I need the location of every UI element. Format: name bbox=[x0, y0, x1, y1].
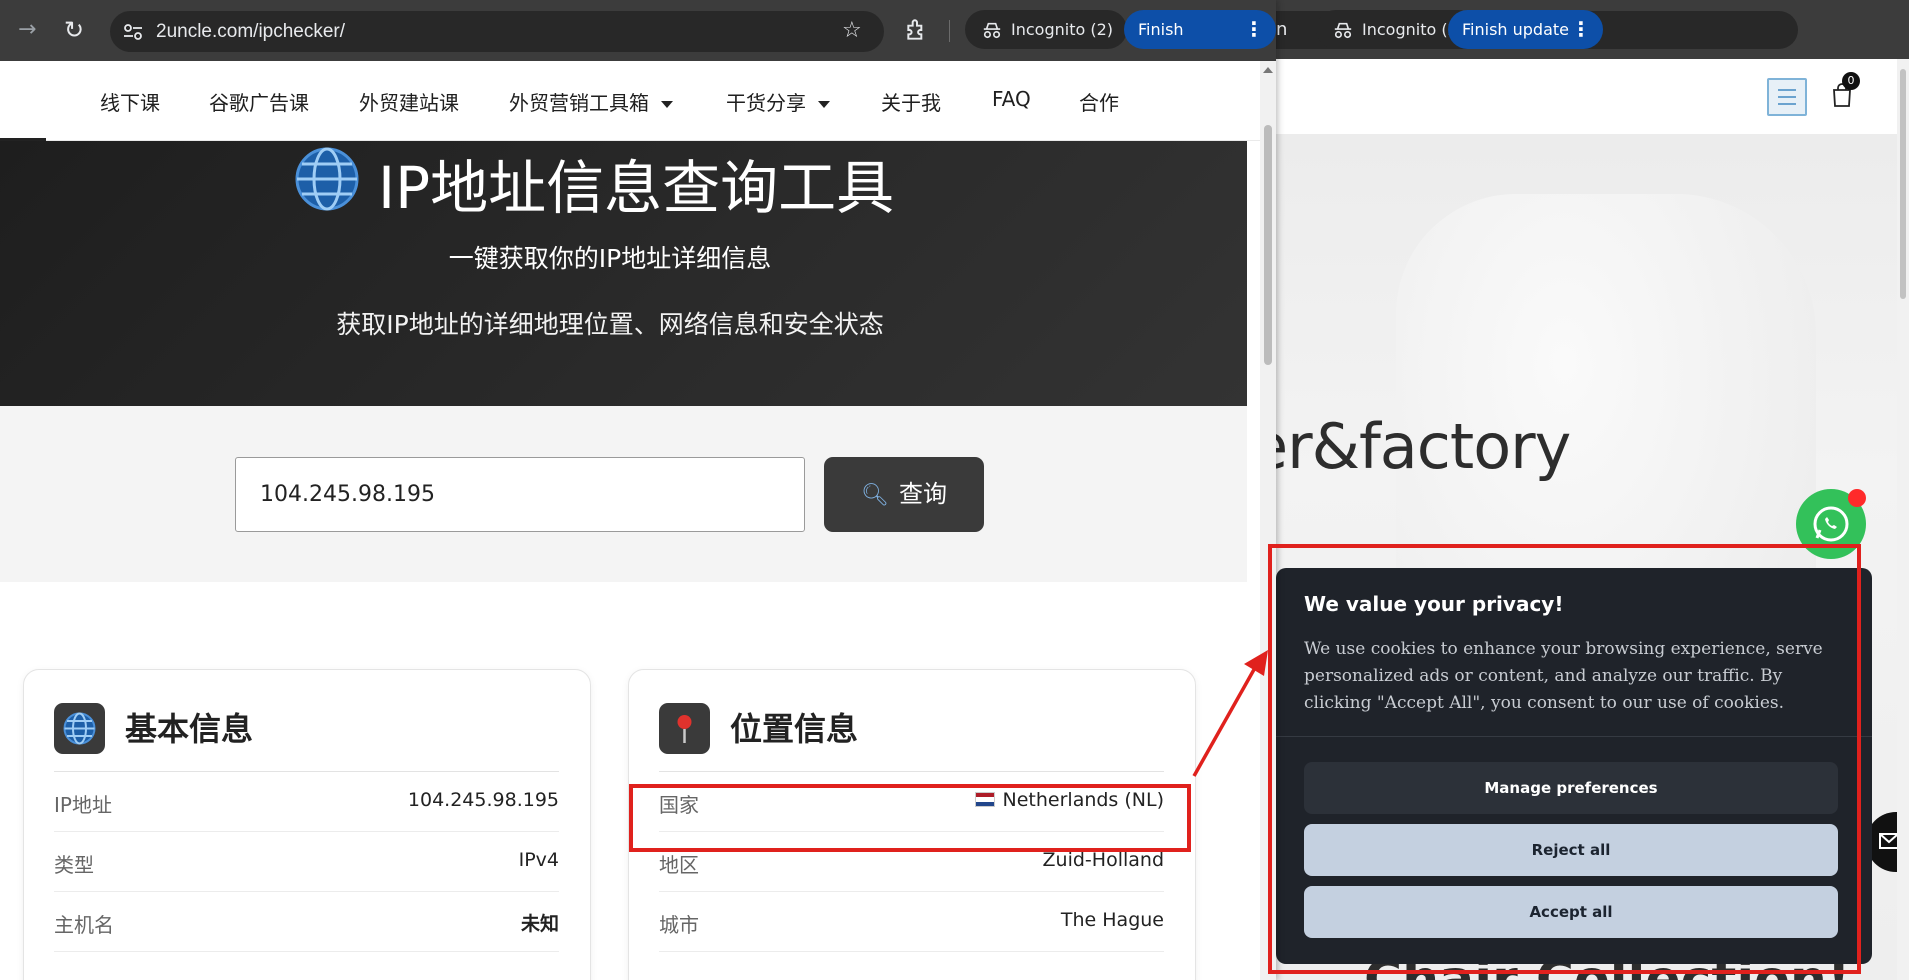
info-row-type: 类型 IPv4 bbox=[54, 832, 559, 892]
nav-item-marketing-toolbox[interactable]: 外贸营销工具箱 bbox=[509, 87, 673, 116]
incognito-icon bbox=[1334, 22, 1352, 39]
card-title: 基本信息 bbox=[125, 710, 254, 748]
info-row-city: 城市 The Hague bbox=[659, 892, 1164, 952]
row-key: 城市 bbox=[659, 913, 699, 937]
site-settings-icon[interactable] bbox=[120, 19, 146, 45]
forward-arrow-icon[interactable]: → bbox=[18, 18, 42, 42]
more-menu-icon[interactable]: ⋮ bbox=[1244, 10, 1264, 49]
extensions-icon[interactable] bbox=[904, 17, 930, 43]
row-key: 主机名 bbox=[54, 913, 114, 937]
scroll-up-arrow-icon[interactable] bbox=[1263, 67, 1273, 73]
search-section: 104.245.98.195 🔍︎ 查询 bbox=[0, 406, 1247, 582]
hero-section: IP地址信息查询工具 一键获取你的IP地址详细信息 获取IP地址的详细地理位置、… bbox=[0, 141, 1247, 406]
row-value: 未知 bbox=[520, 913, 559, 935]
incognito-indicator[interactable]: Incognito (2) bbox=[965, 10, 1127, 49]
site-navigation: 线下课 谷歌广告课 外贸建站课 外贸营销工具箱 干货分享 关于我 FAQ 合作 bbox=[0, 61, 1260, 141]
finish-update-button[interactable]: Finish update ⋮ bbox=[1124, 10, 1276, 78]
hamburger-menu-icon[interactable] bbox=[1767, 78, 1807, 116]
globe-icon bbox=[63, 712, 96, 745]
ip-search-input[interactable]: 104.245.98.195 bbox=[235, 457, 805, 532]
page-subtitle: 一键获取你的IP地址详细信息 bbox=[448, 244, 772, 273]
nav-item-offline-course[interactable]: 线下课 bbox=[100, 87, 160, 116]
row-key: 类型 bbox=[54, 853, 94, 877]
notification-dot bbox=[1848, 489, 1866, 507]
more-menu-icon[interactable]: ⋮ bbox=[1571, 10, 1591, 49]
globe-icon bbox=[295, 147, 359, 211]
page-description: 获取IP地址的详细地理位置、网络信息和安全状态 bbox=[336, 310, 884, 339]
url-text[interactable]: 2uncle.com/ipchecker/ bbox=[156, 11, 345, 52]
query-button[interactable]: 🔍︎ 查询 bbox=[824, 457, 984, 532]
nav-item-label: 外贸营销工具箱 bbox=[509, 91, 649, 115]
scrollbar-thumb[interactable] bbox=[1900, 69, 1906, 299]
info-row-ip: IP地址 104.245.98.195 bbox=[54, 772, 559, 832]
highlight-country-row bbox=[629, 784, 1191, 852]
nav-item-resources[interactable]: 干货分享 bbox=[726, 87, 830, 116]
incognito-label: Incognito (2) bbox=[1011, 20, 1113, 39]
nav-item-faq[interactable]: FAQ bbox=[992, 87, 1031, 111]
finish-update-label: Finish update bbox=[1462, 20, 1570, 39]
chevron-down-icon bbox=[818, 101, 830, 108]
nav-item-website-course[interactable]: 外贸建站课 bbox=[359, 87, 459, 116]
row-value: 104.245.98.195 bbox=[407, 789, 559, 811]
hero-title: er&factory bbox=[1276, 410, 1571, 483]
nav-item-cooperation[interactable]: 合作 bbox=[1079, 87, 1119, 116]
row-value: The Hague bbox=[1060, 909, 1164, 931]
card-title: 位置信息 bbox=[730, 710, 859, 748]
search-icon: 🔍︎ bbox=[861, 483, 889, 508]
annotation-arrow-icon bbox=[1192, 650, 1268, 777]
highlight-cookie-banner bbox=[1268, 544, 1861, 974]
row-key: IP地址 bbox=[54, 793, 112, 817]
cart-count-badge: 0 bbox=[1842, 72, 1860, 90]
basic-info-card: 基本信息 IP地址 104.245.98.195 类型 IPv4 主机名 未知 bbox=[23, 669, 591, 980]
bookmark-star-icon[interactable]: ☆ bbox=[842, 19, 866, 43]
query-button-label: 查询 bbox=[898, 480, 947, 508]
nav-item-google-ads-course[interactable]: 谷歌广告课 bbox=[209, 87, 309, 116]
card-icon-box bbox=[54, 703, 105, 754]
row-value: Zuid-Holland bbox=[1042, 849, 1164, 871]
incognito-icon bbox=[983, 22, 1001, 39]
scrollbar-thumb[interactable] bbox=[1264, 125, 1272, 365]
info-row-hostname: 主机名 未知 bbox=[54, 892, 559, 952]
reload-icon[interactable]: ↻ bbox=[64, 16, 92, 44]
row-value: IPv4 bbox=[518, 849, 559, 871]
address-bar-text: n bbox=[1276, 19, 1288, 40]
page-scrollbar[interactable] bbox=[1897, 59, 1909, 980]
page-title: IP地址信息查询工具 bbox=[378, 154, 895, 222]
card-icon-box bbox=[659, 703, 710, 754]
finish-update-button[interactable]: Finish update ⋮ bbox=[1448, 10, 1604, 49]
toolbar-separator bbox=[949, 20, 950, 42]
site-header bbox=[1276, 59, 1909, 134]
map-pin-icon bbox=[677, 715, 692, 743]
chevron-down-icon bbox=[661, 101, 673, 108]
nav-item-about[interactable]: 关于我 bbox=[881, 87, 941, 116]
nav-item-label: 干货分享 bbox=[726, 91, 806, 115]
row-key: 地区 bbox=[659, 853, 699, 877]
